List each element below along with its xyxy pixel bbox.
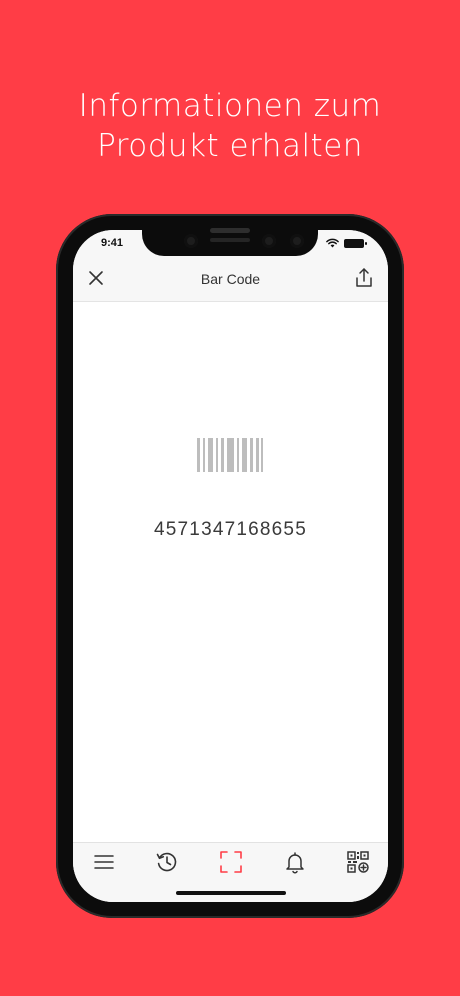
promo-headline-line1: Informationen zum — [78, 88, 382, 124]
nav-title: Bar Code — [200, 271, 261, 287]
bell-icon[interactable] — [283, 850, 307, 874]
barcode-icon — [197, 438, 263, 472]
status-time: 9:41 — [101, 237, 124, 249]
proximity-sensor — [290, 234, 304, 248]
home-indicator — [176, 891, 286, 895]
sensor-dot — [184, 234, 198, 248]
battery-icon — [344, 239, 367, 248]
history-icon[interactable] — [155, 850, 179, 874]
phone-notch — [142, 218, 318, 256]
promo-headline-line2: Produkt erhalten — [97, 128, 363, 164]
nav-bar: Bar Code — [73, 256, 388, 302]
qr-generate-icon[interactable] — [346, 850, 370, 874]
scan-icon[interactable] — [219, 850, 243, 874]
front-camera — [262, 234, 276, 248]
app-screen: 9:41 Bar Code 4571347168655 — [73, 230, 388, 902]
tab-bar — [73, 842, 388, 902]
share-icon[interactable] — [353, 266, 375, 290]
earpiece — [210, 228, 250, 233]
menu-icon[interactable] — [92, 850, 116, 874]
barcode-value: 4571347168655 — [154, 519, 307, 540]
earpiece-lower — [210, 238, 250, 242]
promo-headline: Informationen zum Produkt erhalten — [0, 86, 460, 166]
wifi-icon — [326, 238, 339, 248]
